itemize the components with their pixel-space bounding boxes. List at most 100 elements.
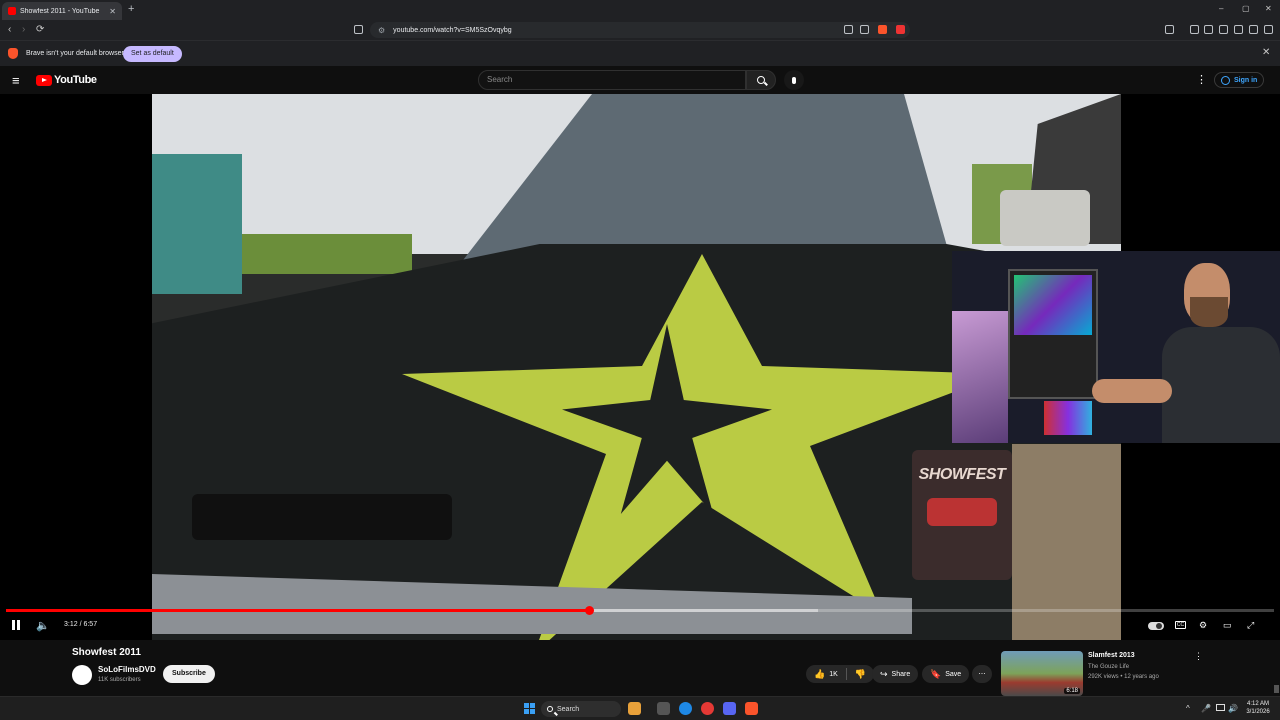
edge-icon[interactable] — [679, 702, 692, 715]
window-close-icon[interactable]: ✕ — [1265, 4, 1272, 13]
tray-network-icon[interactable] — [1216, 704, 1225, 711]
browser-tab[interactable]: Showfest 2011 - YouTube ✕ — [2, 2, 122, 20]
reader-mode-icon[interactable] — [1165, 25, 1174, 34]
tray-volume-icon[interactable]: 🔊 — [1228, 704, 1238, 713]
webcam-overlay — [952, 251, 1280, 443]
new-tab-button[interactable]: + — [128, 3, 134, 15]
guide-menu-icon[interactable]: ≡ — [12, 73, 20, 88]
subscribe-button[interactable]: Subscribe — [163, 665, 215, 683]
tray-overflow-icon[interactable]: ^ — [1186, 704, 1190, 713]
webcam-person-arm — [1092, 379, 1172, 403]
search-button[interactable] — [746, 70, 776, 90]
share-page-icon[interactable] — [860, 25, 869, 34]
settings-more-icon[interactable]: ⋮ — [1196, 73, 1207, 86]
scene-teal-truck — [152, 154, 242, 294]
progress-played — [6, 609, 590, 612]
back-icon[interactable]: ‹ — [8, 24, 11, 35]
recommended-more-icon[interactable]: ⋮ — [1194, 651, 1203, 662]
minimize-icon[interactable]: – — [1219, 4, 1223, 13]
microphone-icon — [792, 76, 796, 84]
wallet-icon[interactable] — [1219, 25, 1228, 34]
channel-avatar[interactable] — [72, 665, 92, 685]
brave-logo-icon — [8, 48, 18, 59]
browser-menu-icon[interactable] — [1264, 25, 1273, 34]
taskbar-search[interactable]: Search — [541, 701, 621, 717]
youtube-masthead: ≡ YouTube Search ⋮ Sign in — [0, 66, 1280, 94]
brave-rewards-icon[interactable] — [896, 25, 905, 34]
webcam-keyboard — [1044, 401, 1092, 435]
account-circle-icon — [1221, 75, 1230, 85]
discord-icon[interactable] — [723, 702, 736, 715]
infobar-close-icon[interactable]: ✕ — [1262, 47, 1270, 58]
news-widget-icon[interactable] — [628, 702, 641, 715]
recommended-title[interactable]: Slamfest 2013 — [1088, 652, 1135, 659]
share-button[interactable]: ↪ Share — [872, 665, 919, 683]
like-divider — [845, 668, 847, 680]
video-player[interactable]: SHOWFEST 🔈 3:12 / 6:57 CC ⚙ ▭ ⤢ — [0, 94, 1280, 640]
more-actions-button[interactable]: ⋯ — [972, 665, 992, 683]
address-bar[interactable]: ⚙ youtube.com/watch?v=SM5SzOvqybg — [370, 22, 910, 38]
autoplay-toggle[interactable] — [1148, 622, 1164, 630]
youtube-logo-text: YouTube — [54, 74, 97, 86]
taskbar-search-icon — [547, 706, 553, 712]
showfest-car-graphic — [927, 498, 997, 526]
taskbar-clock[interactable]: 4:12 AM 3/1/2026 — [1240, 700, 1276, 716]
voice-search-button[interactable] — [784, 70, 804, 90]
brave-taskbar-icon[interactable] — [745, 702, 758, 715]
youtube-favicon-icon — [8, 7, 16, 15]
sign-in-button[interactable]: Sign in — [1214, 72, 1265, 88]
cast-icon[interactable] — [844, 25, 853, 34]
progress-bar[interactable] — [6, 606, 1274, 615]
subscriber-count: 11K subscribers — [98, 677, 141, 683]
forward-icon[interactable]: › — [22, 24, 25, 35]
bookmark-icon[interactable] — [354, 25, 363, 34]
save-icon: 🔖 — [930, 668, 942, 679]
recommended-channel[interactable]: The Gouze Life — [1088, 664, 1129, 670]
share-icon: ↪ — [880, 668, 888, 679]
like-icon[interactable]: 👍 — [814, 669, 825, 680]
tray-mic-icon[interactable]: 🎤 — [1201, 704, 1211, 713]
scene-grass — [212, 234, 412, 274]
windows-start-icon[interactable] — [524, 703, 535, 714]
recommended-duration: 6:18 — [1064, 688, 1080, 694]
page-scrollbar[interactable] — [1274, 685, 1279, 693]
brave-shields-icon[interactable] — [878, 25, 887, 34]
like-count[interactable]: 1K — [829, 671, 838, 678]
browser-toolbar: ‹ › ⟳ ⚙ youtube.com/watch?v=SM5SzOvqybg — [0, 20, 1280, 40]
tab-title: Showfest 2011 - YouTube — [20, 7, 100, 15]
youtube-logo[interactable]: YouTube — [36, 74, 97, 86]
share-label: Share — [891, 670, 911, 678]
windows-taskbar: Search ^ 🎤 🔊 4:12 AM 3/1/2026 — [0, 696, 1280, 720]
mute-button[interactable]: 🔈 — [36, 619, 50, 632]
webcam-pc-glow — [1014, 275, 1092, 335]
task-view-icon[interactable] — [657, 702, 670, 715]
maximize-icon[interactable]: ▢ — [1242, 4, 1250, 13]
media-icon[interactable] — [1190, 25, 1199, 34]
vpn-icon[interactable] — [1249, 25, 1258, 34]
search-input[interactable]: Search — [478, 70, 746, 90]
pause-button[interactable] — [12, 620, 20, 630]
sidebar-icon[interactable] — [1204, 25, 1213, 34]
dislike-icon[interactable]: 👎 — [855, 669, 866, 680]
site-info-icon[interactable]: ⚙ — [378, 26, 385, 35]
scene-grille — [192, 494, 452, 540]
browser-tab-bar: Showfest 2011 - YouTube ✕ + – ▢ ✕ — [0, 0, 1280, 20]
tab-close-icon[interactable]: ✕ — [109, 7, 116, 16]
reload-icon[interactable]: ⟳ — [36, 24, 44, 35]
time-display: 3:12 / 6:57 — [64, 621, 98, 628]
save-button[interactable]: 🔖 Save — [922, 665, 970, 683]
clock-date: 3/1/2026 — [1246, 709, 1270, 715]
subtitles-button[interactable]: CC — [1175, 621, 1186, 629]
settings-gear-icon[interactable]: ⚙ — [1199, 620, 1210, 630]
sign-in-label: Sign in — [1234, 76, 1258, 84]
like-dislike-group: 👍 1K 👎 — [806, 665, 874, 683]
save-label: Save — [945, 670, 962, 678]
recommended-thumbnail[interactable]: 6:18 — [1001, 651, 1083, 696]
channel-name-link[interactable]: SoLoFilmsDVD — [98, 665, 156, 674]
theater-mode-icon[interactable]: ▭ — [1223, 620, 1234, 630]
set-as-default-button[interactable]: Set as default — [123, 46, 182, 62]
fullscreen-icon[interactable]: ⤢ — [1247, 620, 1258, 630]
video-title: Showfest 2011 — [72, 647, 141, 658]
leo-icon[interactable] — [1234, 25, 1243, 34]
chrome-icon[interactable] — [701, 702, 714, 715]
